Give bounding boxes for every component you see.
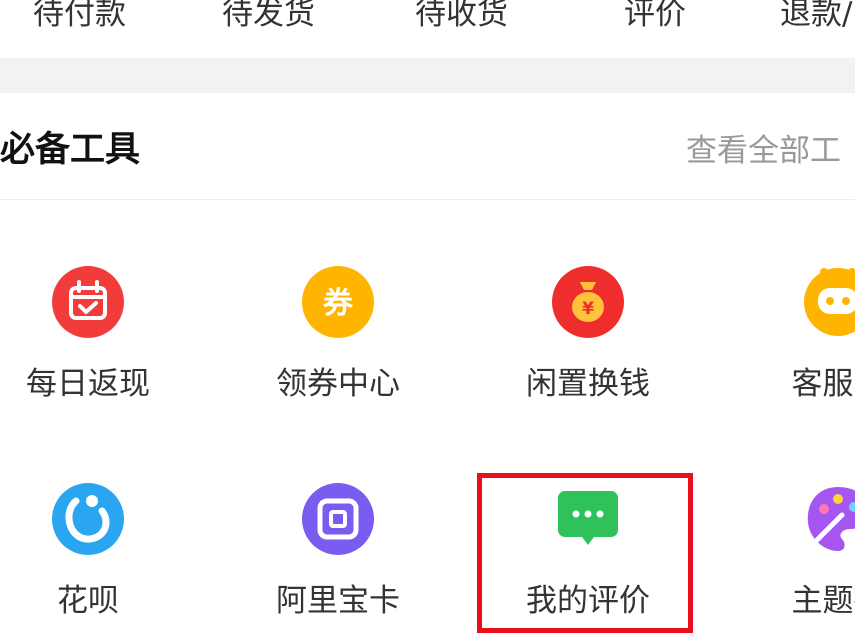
tab-review[interactable]: 评价 <box>624 0 686 42</box>
service-robot-icon <box>802 266 855 338</box>
tool-label: 花呗 <box>57 583 119 619</box>
tools-section-header: 必备工具 查看全部工 <box>0 93 855 199</box>
tool-daily-cashback[interactable]: 每日返现 <box>0 266 188 403</box>
order-status-tabs: 待付款 待发货 待收货 评价 退款/ <box>0 0 855 56</box>
tool-theme[interactable]: 主题抄 <box>738 483 855 620</box>
huabei-icon <box>52 483 124 555</box>
theme-palette-icon <box>802 483 855 555</box>
tab-pending-receipt[interactable]: 待收货 <box>415 0 508 42</box>
tool-label: 主题抄 <box>791 583 855 619</box>
tool-label: 每日返现 <box>26 366 150 402</box>
tool-label: 闲置换钱 <box>526 366 650 402</box>
tool-ali-sim-card[interactable]: 阿里宝卡 <box>238 483 438 620</box>
sim-card-icon <box>302 483 374 555</box>
section-title: 必备工具 <box>0 130 141 170</box>
svg-text:¥: ¥ <box>582 299 594 319</box>
calendar-check-icon <box>52 266 124 338</box>
money-bag-icon: ¥ <box>552 266 624 338</box>
tool-huabei[interactable]: 花呗 <box>0 483 188 620</box>
tool-label: 客服小 <box>791 366 855 402</box>
tab-pending-shipment[interactable]: 待发货 <box>222 0 315 42</box>
tool-idle-to-cash[interactable]: ¥ 闲置换钱 <box>488 266 688 403</box>
view-all-tools-link[interactable]: 查看全部工 <box>686 125 841 170</box>
tool-label: 阿里宝卡 <box>276 583 400 619</box>
tool-coupon-center[interactable]: 券 领券中心 <box>238 266 438 403</box>
section-separator <box>0 58 855 93</box>
tab-pending-payment[interactable]: 待付款 <box>33 0 126 42</box>
coupon-icon: 券 <box>302 266 374 338</box>
tool-customer-service[interactable]: 客服小 <box>738 266 855 403</box>
divider <box>0 199 855 200</box>
tool-label: 领券中心 <box>276 366 400 402</box>
svg-text:券: 券 <box>323 286 354 321</box>
highlight-box <box>477 473 693 633</box>
tab-refund[interactable]: 退款/ <box>780 0 852 42</box>
